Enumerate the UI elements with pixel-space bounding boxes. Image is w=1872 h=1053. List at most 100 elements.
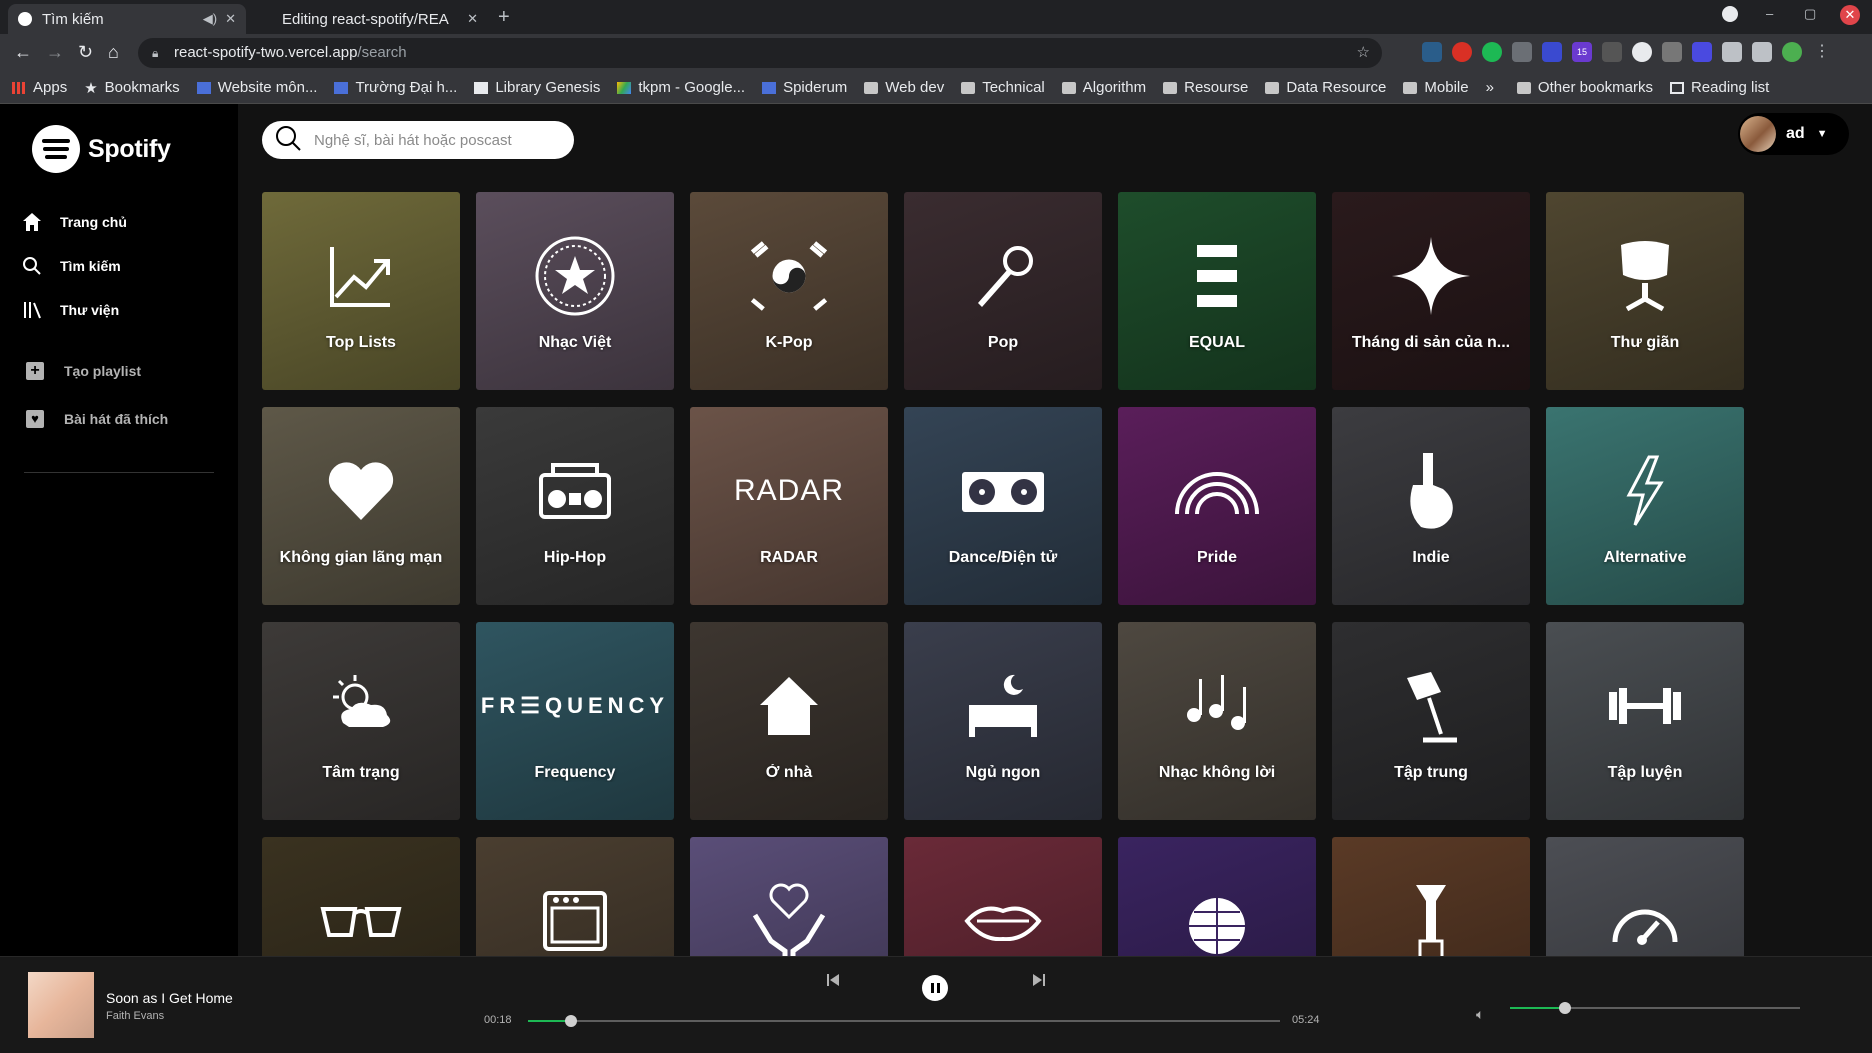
minimize-icon[interactable]: – [1766,6,1773,21]
browser-tab[interactable]: Editing react-spotify/REA ✕ [250,4,488,34]
close-window-icon[interactable]: ✕ [1840,5,1860,25]
category-card[interactable]: Thư giãn [1546,192,1744,390]
category-card[interactable]: Hip-Hop [476,407,674,605]
category-card[interactable]: Dance/Điện tử [904,407,1102,605]
home-icon[interactable]: ⌂ [108,42,119,63]
category-card[interactable] [1118,837,1316,956]
bookmark-star-icon[interactable]: ☆ [1357,38,1370,68]
extension-icon[interactable] [1422,42,1442,62]
user-menu[interactable]: ad ▼ [1738,113,1849,155]
bookmark-item[interactable]: Spiderum [762,79,847,96]
address-bar[interactable]: 🔒︎ react-spotify-two.vercel.app/search ☆ [138,38,1382,68]
track-title[interactable]: Soon as I Get Home [106,990,233,1006]
category-card[interactable]: Ngủ ngon [904,622,1102,820]
restore-icon[interactable]: ▢ [1804,6,1816,22]
category-card[interactable]: Nhạc không lời [1118,622,1316,820]
tab-close-icon[interactable]: ✕ [467,11,478,27]
bookmark-item[interactable]: Resourse [1163,79,1248,96]
album-cover[interactable] [28,972,94,1038]
next-icon[interactable] [1032,973,1046,992]
category-card[interactable]: Top Lists [262,192,460,390]
progress-bar[interactable] [528,1015,1280,1027]
bookmark-item[interactable]: Technical [961,79,1045,96]
bookmark-item[interactable]: tkpm - Google... [617,79,745,96]
folder-icon [1516,81,1531,94]
category-card[interactable]: Tập luyện [1546,622,1744,820]
category-card[interactable] [1546,837,1744,956]
bookmark-item[interactable]: Algorithm [1061,79,1146,96]
category-card[interactable]: Indie [1332,407,1530,605]
progress-handle[interactable] [564,1015,577,1027]
sidebar-divider [24,472,214,473]
bookmark-item[interactable]: Reading list [1669,79,1769,96]
profile-avatar-icon[interactable] [1782,42,1802,62]
liked-songs-button[interactable]: ♥ Bài hát đã thích [26,410,168,428]
browser-tab-active[interactable]: Tìm kiếm ◀) ✕ [8,4,246,34]
category-card[interactable]: Pop [904,192,1102,390]
volume-slider[interactable] [1510,1002,1800,1014]
bookmark-item[interactable]: Website môn... [196,79,317,96]
spotify-logo[interactable]: Spotify [32,125,171,173]
category-card[interactable]: Nhạc Việt [476,192,674,390]
category-card[interactable]: Tập trung [1332,622,1530,820]
category-card[interactable]: RADAR RADAR [690,407,888,605]
category-card[interactable] [476,837,674,956]
category-card[interactable]: EQUAL [1118,192,1316,390]
new-tab-icon[interactable]: + [498,6,510,29]
sidebar-item-search[interactable]: Tìm kiếm [22,256,121,276]
extension-icon[interactable] [1692,42,1712,62]
category-card[interactable]: Alternative [1546,407,1744,605]
rainbow-icon [1173,447,1261,535]
extension-icon[interactable] [1662,42,1682,62]
bookmark-label: Library Genesis [495,79,601,96]
speaker-icon[interactable]: ◀) [203,11,217,27]
extension-icon[interactable] [1542,42,1562,62]
category-label: Tập luyện [1607,764,1683,781]
bookmark-item[interactable]: Data Resource [1265,79,1386,96]
forward-icon[interactable]: → [46,42,64,63]
category-card[interactable]: Tháng di sản của n... [1332,192,1530,390]
menu-kebab-icon[interactable]: ⋮ [1812,42,1832,62]
extension-icon[interactable] [1512,42,1532,62]
volume-handle[interactable] [1559,1002,1572,1014]
search-box[interactable] [262,121,574,159]
create-playlist-button[interactable]: + Tạo playlist [26,362,141,380]
category-card[interactable]: Ở nhà [690,622,888,820]
track-artist[interactable]: Faith Evans [106,1010,164,1022]
previous-icon[interactable] [826,973,840,992]
bookmark-item[interactable]: Trường Đại h... [334,79,457,96]
bookmark-item[interactable]: Other bookmarks [1516,79,1653,96]
bookmark-item[interactable]: Library Genesis [474,79,600,96]
bookmark-item[interactable]: » [1486,79,1494,96]
extension-icon[interactable] [1452,42,1472,62]
back-icon[interactable]: ← [14,42,32,63]
category-card[interactable]: Pride [1118,407,1316,605]
bookmark-item[interactable]: Apps [12,79,67,96]
extension-icon[interactable] [1482,42,1502,62]
extension-icon[interactable] [1632,42,1652,62]
extension-badge-icon[interactable]: 15 [1572,42,1592,62]
pause-button[interactable] [922,975,948,1001]
category-card[interactable]: Tâm trạng [262,622,460,820]
extensions-puzzle-icon[interactable] [1722,42,1742,62]
tab-close-icon[interactable]: ✕ [225,11,236,27]
bookmark-item[interactable]: Web dev [864,79,944,96]
category-card[interactable]: FR☰QUENCY Frequency [476,622,674,820]
category-card[interactable]: Không gian lãng mạn [262,407,460,605]
category-card[interactable] [690,837,888,956]
bookmark-item[interactable]: ★ Bookmarks [84,79,179,97]
sidebar-item-library[interactable]: Thư viện [22,300,119,320]
volume-icon[interactable]: 🔈︎ [1476,1006,1484,1023]
site-icon [334,81,349,94]
category-card[interactable] [904,837,1102,956]
sidebar-item-home[interactable]: Trang chủ [22,212,127,232]
tab-search-icon[interactable] [1722,6,1738,22]
bookmark-item[interactable]: Mobile [1403,79,1469,96]
category-card[interactable] [262,837,460,956]
reload-icon[interactable]: ↻ [78,42,93,63]
search-input[interactable] [314,131,574,149]
extension-icon[interactable] [1602,42,1622,62]
category-card[interactable]: K-Pop [690,192,888,390]
category-card[interactable] [1332,837,1530,956]
media-control-icon[interactable] [1752,42,1772,62]
